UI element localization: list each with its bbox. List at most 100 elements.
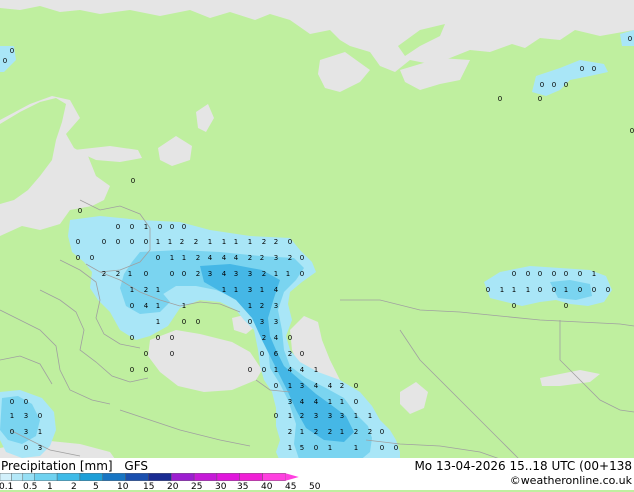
precip-value-label: 3: [38, 444, 42, 452]
precip-value-label: 0: [564, 81, 568, 89]
precip-value-label: 0: [580, 65, 584, 73]
scale-tick-label: 35: [237, 482, 249, 492]
precip-value-label: 3: [24, 428, 28, 436]
precip-value-label: 0: [380, 428, 384, 436]
scale-tick-label: 40: [261, 482, 273, 492]
precip-value-label: 5: [300, 444, 304, 452]
precip-value-label: 1: [208, 238, 212, 246]
precip-value-label: 2: [262, 334, 266, 342]
precip-value-label: 2: [354, 428, 358, 436]
scale-tick-label: 30: [215, 482, 227, 492]
precip-value-label: 0: [300, 270, 304, 278]
precip-value-label: 0: [116, 223, 120, 231]
precip-value-label: 0: [592, 286, 596, 294]
precip-value-label: 0: [182, 223, 186, 231]
precip-value-label: 3: [274, 318, 278, 326]
precip-value-label: 0: [552, 81, 556, 89]
precip-value-label: 0: [260, 350, 264, 358]
precip-value-label: 0: [24, 444, 28, 452]
precip-value-label: 0: [10, 428, 14, 436]
precip-value-label: 2: [262, 270, 266, 278]
scale-swatch: [125, 473, 149, 481]
precip-value-label: 1: [170, 254, 174, 262]
precip-value-label: 2: [368, 428, 372, 436]
scale-tick-label: 10: [117, 482, 129, 492]
precip-value-label: 3: [24, 412, 28, 420]
precip-value-label: 2: [260, 254, 264, 262]
precip-value-label: 0: [578, 286, 582, 294]
precip-value-label: 3: [314, 412, 318, 420]
precip-value-label: 0: [130, 238, 134, 246]
precip-value-label: 1: [500, 286, 504, 294]
precip-value-label: 2: [180, 238, 184, 246]
precip-value-label: 2: [340, 382, 344, 390]
precip-value-label: 0: [512, 270, 516, 278]
scale-tick-label: 5: [93, 482, 99, 492]
precip-value-label: 1: [128, 270, 132, 278]
scale-tick-label: 50: [309, 482, 321, 492]
precip-value-label: 4: [208, 254, 213, 262]
precip-value-label: 4: [274, 334, 279, 342]
precip-value-label: 0: [116, 238, 120, 246]
precip-value-label: 1: [156, 318, 160, 326]
precip-value-label: 0: [288, 334, 292, 342]
precip-value-label: 1: [286, 270, 290, 278]
precip-value-label: 2: [260, 302, 264, 310]
precip-value-label: 1: [156, 286, 160, 294]
precip-value-label: 0: [538, 270, 542, 278]
precip-value-label: 0: [248, 366, 252, 374]
precip-value-label: 0: [182, 318, 186, 326]
precip-value-label: 1: [260, 286, 264, 294]
precip-value-label: 1: [288, 444, 292, 452]
precip-value-label: 2: [196, 270, 200, 278]
precip-value-label: 4: [274, 286, 279, 294]
scale-swatch: [239, 473, 263, 481]
precip-value-label: 1: [592, 270, 596, 278]
precip-value-label: 0: [540, 81, 544, 89]
precip-value-label: 1: [168, 238, 172, 246]
precip-value-label: 6: [274, 350, 279, 358]
precipitation-map[interactable]: 00000 0 1 0 0 00 0 0 0 0 1 1 2 2 1 1 1 1 2 2 00 0 0 1 1 2 4 4 4 2 2 3 2 0…: [0, 0, 634, 466]
precip-value-label: 2: [288, 428, 292, 436]
scale-swatch: [216, 473, 240, 481]
scale-swatch: [193, 473, 218, 481]
precip-value-label: 0: [578, 270, 582, 278]
precip-value-label: 0: [564, 270, 568, 278]
precip-value-label: 0: [552, 286, 556, 294]
precip-value-label: 1: [564, 286, 568, 294]
precip-value-label: 0: [76, 254, 80, 262]
precip-value-label: 2: [196, 254, 200, 262]
precip-value-label: 0: [102, 238, 106, 246]
precip-value-label: 3: [248, 270, 252, 278]
precip-value-label: 0: [144, 270, 148, 278]
precip-value-label: 2: [274, 238, 278, 246]
precip-value-label: 1: [354, 444, 358, 452]
scale-swatch: [56, 473, 81, 481]
precip-value-label: 4: [234, 254, 239, 262]
precip-value-label: 0: [314, 444, 318, 452]
scale-swatch: [148, 473, 172, 481]
precip-value-label: 0: [498, 95, 502, 103]
precip-value-label: 3: [260, 318, 264, 326]
precip-value-label: 0: [512, 302, 516, 310]
precip-value-label: 1: [526, 286, 530, 294]
precip-value-label: 1: [340, 398, 344, 406]
precip-value-label: 1: [38, 428, 42, 436]
precip-value-label: 1: [248, 238, 252, 246]
precip-value-label: 2: [288, 254, 292, 262]
precip-value-label: 1: [368, 412, 372, 420]
precip-value-label: 0: [38, 412, 42, 420]
precip-value-label: 0: [354, 398, 358, 406]
precip-value-label: 0: [300, 254, 304, 262]
precip-value-label: 2: [262, 238, 266, 246]
precip-value-label: 0: [76, 238, 80, 246]
precip-value-label: 0: [300, 350, 304, 358]
forecast-datetime: Mo 13-04-2026 15..18 UTC (00+138: [414, 459, 632, 473]
scale-swatch: [79, 473, 103, 481]
scale-swatch: [11, 473, 24, 481]
precip-value-label: 3: [288, 398, 292, 406]
precip-value-label: 3: [328, 412, 332, 420]
precip-value-label: 4: [328, 382, 333, 390]
precip-value-label: 4: [314, 382, 319, 390]
precip-value-label: 4: [288, 366, 293, 374]
